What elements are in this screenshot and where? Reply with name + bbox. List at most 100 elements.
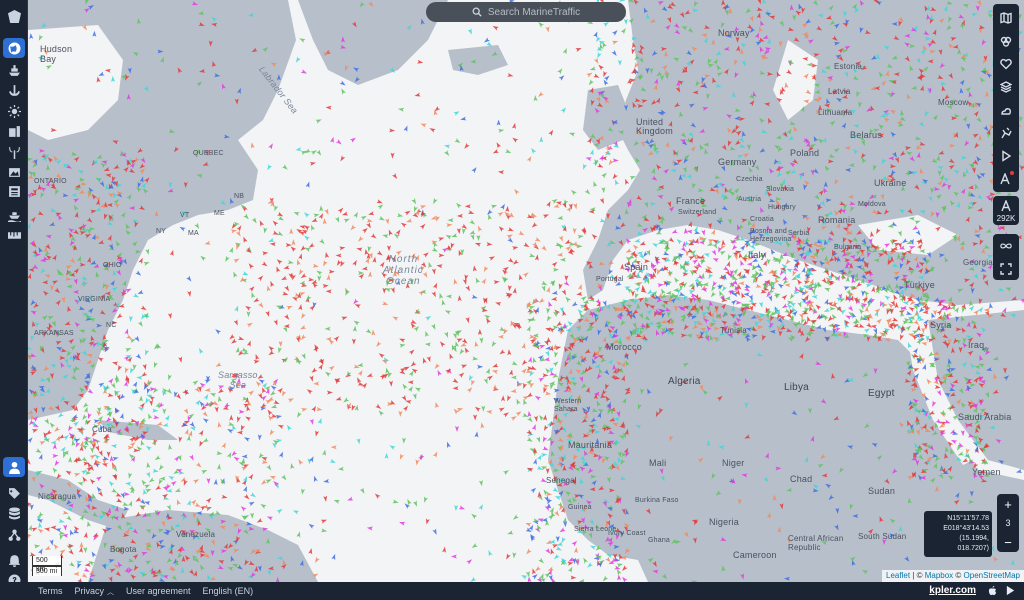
label-mali: Mali [649,458,667,468]
heart-button[interactable] [993,52,1019,75]
filter-icon [1000,36,1012,47]
map-layers-icon [1000,11,1012,24]
database-icon [8,507,20,519]
sun-nav-button[interactable] [3,101,25,121]
database-nav-button[interactable] [3,503,25,523]
label-poland: Poland [790,148,820,158]
scale-bar: 500 km 300 mi [32,556,62,576]
infinity-icon[interactable] [993,234,1019,257]
map-layers-button[interactable] [993,6,1019,29]
fleet-icon [8,125,20,137]
google-play-icon[interactable] [1005,585,1016,596]
language-selector[interactable]: English (EN) [203,586,254,596]
label-western-sahara: Western Sahara [554,398,582,413]
play-button[interactable] [993,144,1019,167]
measure-button[interactable] [993,121,1019,144]
zoom-out-button[interactable]: − [997,532,1019,552]
label-ukraine: Ukraine [874,178,907,188]
label-ivory-coast: Ivory Coast [608,530,646,537]
ruler-nav-button[interactable] [3,225,25,245]
ship-wave-icon [7,211,21,222]
bell-nav-button[interactable] [3,550,25,570]
vessel-count-panel[interactable]: 292K [993,196,1019,225]
osm-link[interactable]: OpenStreetMap [964,571,1020,580]
label-mauritania: Mauritania [568,440,613,450]
label-algeria: Algeria [668,376,701,387]
privacy-label: Privacy [74,585,105,596]
ship-wave-nav-button[interactable] [3,205,25,225]
view-controls [993,234,1019,280]
label-egypt: Egypt [868,388,895,399]
globe-nav-button[interactable] [3,38,25,58]
latitude-value: N15°11'57.78 [947,515,989,522]
antenna-nav-button[interactable] [3,142,25,162]
label-me: ME [214,210,225,217]
attribution-sep: | © [910,571,925,580]
label-venezuela: Venezuela [176,530,216,539]
label-saudi-arabia: Saudi Arabia [958,412,1012,422]
filter-button[interactable] [993,29,1019,52]
user-nav-button[interactable] [3,457,25,477]
label-vt: VT [180,212,190,219]
label-quebec: QUEBEC [193,150,224,157]
layers-button[interactable] [993,75,1019,98]
zoom-in-button[interactable]: + [997,494,1019,514]
label-bosnia: Bosnia and Herzegovina [750,228,792,243]
label-romania: Romania [818,215,856,225]
label-sargasso-sea: Sargasso Sea [218,370,258,390]
apple-icon[interactable] [987,585,998,596]
terms-link[interactable]: Terms [38,586,63,596]
label-slovakia: Slovakia [766,186,795,193]
left-sidebar [0,0,28,586]
label-hungary: Hungary [768,204,796,211]
gallery-nav-button[interactable] [3,162,25,182]
vessel-count: 292K [996,214,1016,223]
user-agreement-link[interactable]: User agreement [126,586,191,596]
globe-icon [8,42,20,54]
label-portugal: Portugal [596,276,624,283]
anchor-nav-button[interactable] [3,80,25,100]
kpler-link[interactable]: kpler.com [929,585,976,596]
label-united-kingdom: United Kingdom [636,117,673,136]
weather-button[interactable] [993,98,1019,121]
label-hudson-bay: Hudson Bay [40,44,73,64]
label-moldova: Moldova [858,201,886,208]
ship-icon [8,64,20,76]
fullscreen-icon[interactable] [993,257,1019,280]
label-tunisia: Tunisia [720,326,747,335]
label-belarus: Belarus [850,130,882,140]
iceland [448,45,508,75]
font-size-icon[interactable] [993,198,1019,214]
label-guinea: Guinea [568,504,592,511]
leaflet-link[interactable]: Leaflet [886,571,910,580]
label-nb: NB [234,193,245,200]
fleet-nav-button[interactable] [3,121,25,141]
label-burkina-faso: Burkina Faso [635,497,679,504]
bell-icon [8,554,20,567]
label-lithuania: Lithuania [818,108,853,117]
newspaper-icon [8,185,20,197]
privacy-link[interactable]: Privacy ︿ [75,586,115,597]
coordinates-readout: N15°11'57.78 E018°43'14.53 (15.1994, 018… [924,511,992,557]
ship-nav-button[interactable] [3,60,25,80]
label-austria: Austria [738,196,762,203]
logo-nav-button[interactable] [3,6,25,26]
live-map[interactable]: Hudson Bay Labrador Sea North Atlantic O… [28,0,1024,582]
label-bogota: Bogota [110,545,137,554]
map-attribution: Leaflet | © Mapbox © OpenStreetMap [882,570,1024,582]
network-nav-button[interactable] [3,525,25,545]
label-nc: NC [106,322,117,329]
scale-mi: 300 mi [32,566,62,576]
newspaper-nav-button[interactable] [3,181,25,201]
label-croatia: Croatia [750,216,774,223]
mapbox-link[interactable]: Mapbox [925,571,953,580]
label-switzerland: Switzerland [678,209,717,216]
label-button[interactable] [993,167,1019,190]
attribution-sep: © [953,571,964,580]
network-icon [8,529,20,541]
label-cuba: Cuba [92,425,112,434]
label-niger: Niger [722,458,745,468]
label-norway: Norway [718,28,750,38]
search-bar[interactable]: Search MarineTraffic [426,2,626,22]
tag-nav-button[interactable] [3,483,25,503]
